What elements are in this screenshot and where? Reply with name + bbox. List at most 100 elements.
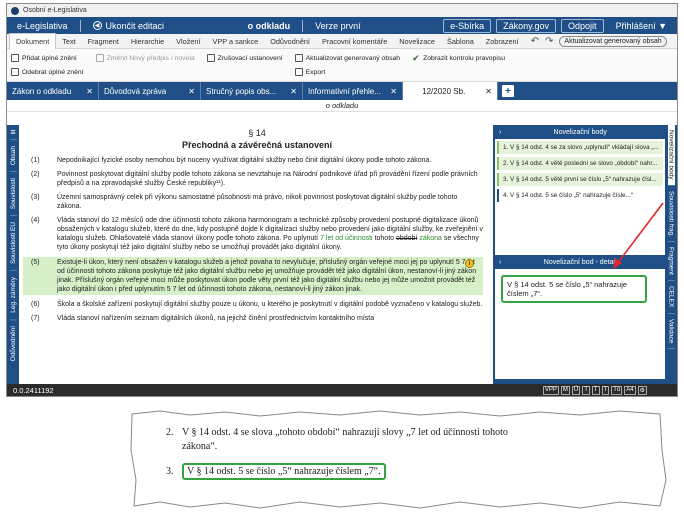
end-edit-button[interactable]: ◀ Ukončit editaci (87, 19, 171, 33)
copy-icon (206, 54, 215, 62)
to-toggle[interactable]: Tö (611, 385, 623, 395)
tab-informativni[interactable]: Informativní přehle... ✕ (303, 82, 403, 100)
panel-header: › Novelizační body (499, 128, 607, 136)
close-icon[interactable]: ✕ (485, 87, 492, 96)
rail-tab-leg-zamery[interactable]: Leg. záměry (9, 270, 17, 319)
info-icon[interactable]: i (465, 259, 474, 268)
list-item[interactable]: 2. V § 14 odst. 4 větě poslední se slovo… (497, 157, 663, 170)
rail-tab-validace[interactable]: Validace (667, 314, 675, 349)
t-toggle[interactable]: T (601, 385, 610, 395)
login-menu[interactable]: Přihlášení ▼ (610, 19, 673, 33)
document-editor[interactable]: § 14 Přechodná a závěrečná ustanovení (1… (19, 125, 493, 384)
paragraph[interactable]: (2) Povinnost poskytovat digitální služby… (31, 170, 483, 188)
context-version: Verze první (315, 20, 361, 31)
main-bar: e-Legislativa ◀ Ukončit editaci o odkladu… (7, 17, 677, 34)
close-icon[interactable]: ✕ (290, 87, 297, 96)
window-title: Osobní e-Legislativa (23, 7, 87, 14)
revisions-button[interactable]: Zrušovací ustanovení (206, 52, 283, 65)
export-button[interactable]: Export (294, 66, 400, 79)
rail-tab-souvislosti-eu[interactable]: Souvislosti EU (9, 215, 17, 271)
paragraph[interactable]: (3) Územní samosprávný celek při výkonu s… (31, 193, 483, 211)
add-full-text-button[interactable]: Přidat úplné znění (11, 52, 84, 65)
rail-tab-oduvodneni[interactable]: Odůvodnění (9, 318, 17, 368)
page-size-toggle[interactable]: A4 (624, 385, 636, 395)
tab-sb[interactable]: 12/2020 Sb. ✕ (403, 82, 498, 100)
context-document: o odkladu (247, 20, 291, 31)
excerpt-item-2: 2. V § 14 odst. 4 se slova „tohoto období… (166, 427, 508, 438)
title-bar: Osobní e-Legislativa (7, 4, 677, 17)
rail-tab-fragment[interactable]: Fragment (667, 242, 675, 282)
document-icon (11, 68, 19, 76)
t-toggle[interactable]: T (582, 385, 590, 395)
rail-tab-novelizacni-body[interactable]: Novelizační body (667, 125, 675, 186)
app-icon (11, 6, 19, 15)
menu-hierarchie[interactable]: Hierarchie (125, 34, 170, 49)
menu-oduvodneni[interactable]: Odůvodnění (264, 34, 316, 49)
tab-zakon[interactable]: Zákon o odkladu ✕ (7, 82, 99, 100)
document-subtitle: o odkladu (7, 100, 677, 112)
section-number: § 14 (248, 128, 266, 138)
menu-dokument[interactable]: Dokument (9, 33, 57, 49)
template-icon (95, 54, 104, 62)
app-name[interactable]: e-Legislativa (11, 19, 74, 33)
paragraph[interactable]: (1) Nepodnikající fyzické osoby nemohou b… (31, 156, 483, 165)
menu-komentare[interactable]: Pracovní komentáře (316, 34, 393, 49)
novelization-list: 1. V § 14 odst. 4 se za slovo „uplynutí“… (495, 139, 665, 255)
m-toggle[interactable]: M (560, 385, 570, 395)
spellcheck-toggle[interactable]: ✔ Zobrazit kontrolu pravopisu (412, 52, 505, 65)
menu-vpp[interactable]: VPP a sankce (207, 34, 265, 49)
workspace: ≡ Obsah Souvislosti Souvislosti EU Leg. … (7, 125, 677, 384)
add-tab-icon[interactable]: + (502, 85, 514, 97)
status-bar: 0.0.2411192 VPP M Ú T T T Tö A4 ⚙ (7, 384, 677, 396)
rail-tab-souvislosti[interactable]: Souvislosti (9, 171, 17, 216)
menu-fragment[interactable]: Fragment (82, 34, 125, 49)
menu-bar: Dokument Text Fragment Hierarchie Vložen… (7, 33, 677, 49)
paragraph[interactable]: (6) Škola a školské zařízení poskytují di… (31, 300, 483, 309)
menu-icon[interactable]: ≡ (10, 127, 15, 137)
list-item[interactable]: 3. V § 14 odst. 5 větě první se číslo „5… (497, 173, 663, 186)
close-icon[interactable]: ✕ (188, 87, 195, 96)
menu-vlozeni[interactable]: Vložení (170, 34, 206, 49)
remove-full-text-button[interactable]: Odebrat úplné znění (11, 66, 84, 79)
detail-body: V § 14 odst. 5 se číslo „5“ nahrazuje čí… (495, 269, 665, 379)
redo-icon[interactable]: ↷ (545, 36, 553, 47)
close-icon[interactable]: ✕ (86, 87, 93, 96)
document-tabs: Zákon o odkladu ✕ Důvodová zpráva ✕ Stručn… (7, 82, 677, 100)
update-all-button[interactable]: Aktualizovat generovaný obsah (559, 35, 667, 47)
settings-icon[interactable]: ⚙ (637, 385, 647, 395)
disconnect-button[interactable]: Odpojit (561, 18, 604, 33)
version-label: 0.0.2411192 (13, 385, 54, 395)
refresh-doc-icon (294, 54, 303, 62)
excerpt-item-3: 3. V § 14 odst. 5 se číslo „5“ nahrazuje … (166, 463, 386, 480)
check-icon: ✔ (412, 53, 420, 63)
list-item[interactable]: 1. V § 14 odst. 4 se za slovo „uplynutí“… (497, 141, 663, 154)
zakony-button[interactable]: Zákony.gov (496, 18, 557, 33)
menu-sablona[interactable]: Šablona (441, 34, 480, 49)
change-template-button[interactable]: Změnit Nový předpis / novela (95, 52, 195, 65)
printed-excerpt: 2. V § 14 odst. 4 se slova „tohoto období… (130, 410, 670, 510)
rail-tab-celex[interactable]: CELEX (667, 281, 675, 314)
close-icon[interactable]: ✕ (390, 87, 397, 96)
menu-novelizace[interactable]: Novelizace (393, 34, 441, 49)
tab-duvodova[interactable]: Důvodová zpráva ✕ (99, 82, 201, 100)
rail-tab-souvislosti-frag[interactable]: Souvislosti frag. (667, 186, 675, 243)
update-generated-button[interactable]: Aktualizovat generovaný obsah (294, 52, 400, 65)
undo-icon[interactable]: ↶ (531, 36, 539, 47)
excerpt-item-2-cont: zákona“. (182, 441, 218, 452)
t-toggle[interactable]: T (591, 385, 600, 395)
right-rail: Novelizační body Souvislosti frag. Fragm… (665, 125, 677, 384)
ribbon: Přidat úplné znění Odebrat úplné znění Z… (7, 49, 677, 82)
u-toggle[interactable]: Ú (571, 385, 581, 395)
vpp-toggle[interactable]: VPP (542, 385, 559, 395)
list-item-selected[interactable]: 4. V § 14 odst. 5 se číslo „5“ nahrazuje… (497, 189, 663, 202)
paragraph-highlighted[interactable]: (5) Existuje-li úkon, který není obsažen … (23, 257, 483, 295)
esbirka-button[interactable]: e-Sbírka (443, 18, 492, 33)
tab-strucny[interactable]: Stručný popis obs... ✕ (201, 82, 303, 100)
rail-tab-obsah[interactable]: Obsah (9, 139, 17, 172)
left-rail: ≡ Obsah Souvislosti Souvislosti EU Leg. … (7, 125, 19, 384)
paragraph[interactable]: (4) Vláda stanoví do 12 měsíců ode dne úč… (31, 216, 483, 252)
menu-zobrazeni[interactable]: Zobrazení (480, 34, 525, 49)
menu-text[interactable]: Text (56, 34, 81, 49)
detail-text[interactable]: V § 14 odst. 5 se číslo „5“ nahrazuje čí… (501, 275, 647, 303)
paragraph[interactable]: (7) Vláda stanoví nařízením seznam digitá… (31, 314, 483, 323)
